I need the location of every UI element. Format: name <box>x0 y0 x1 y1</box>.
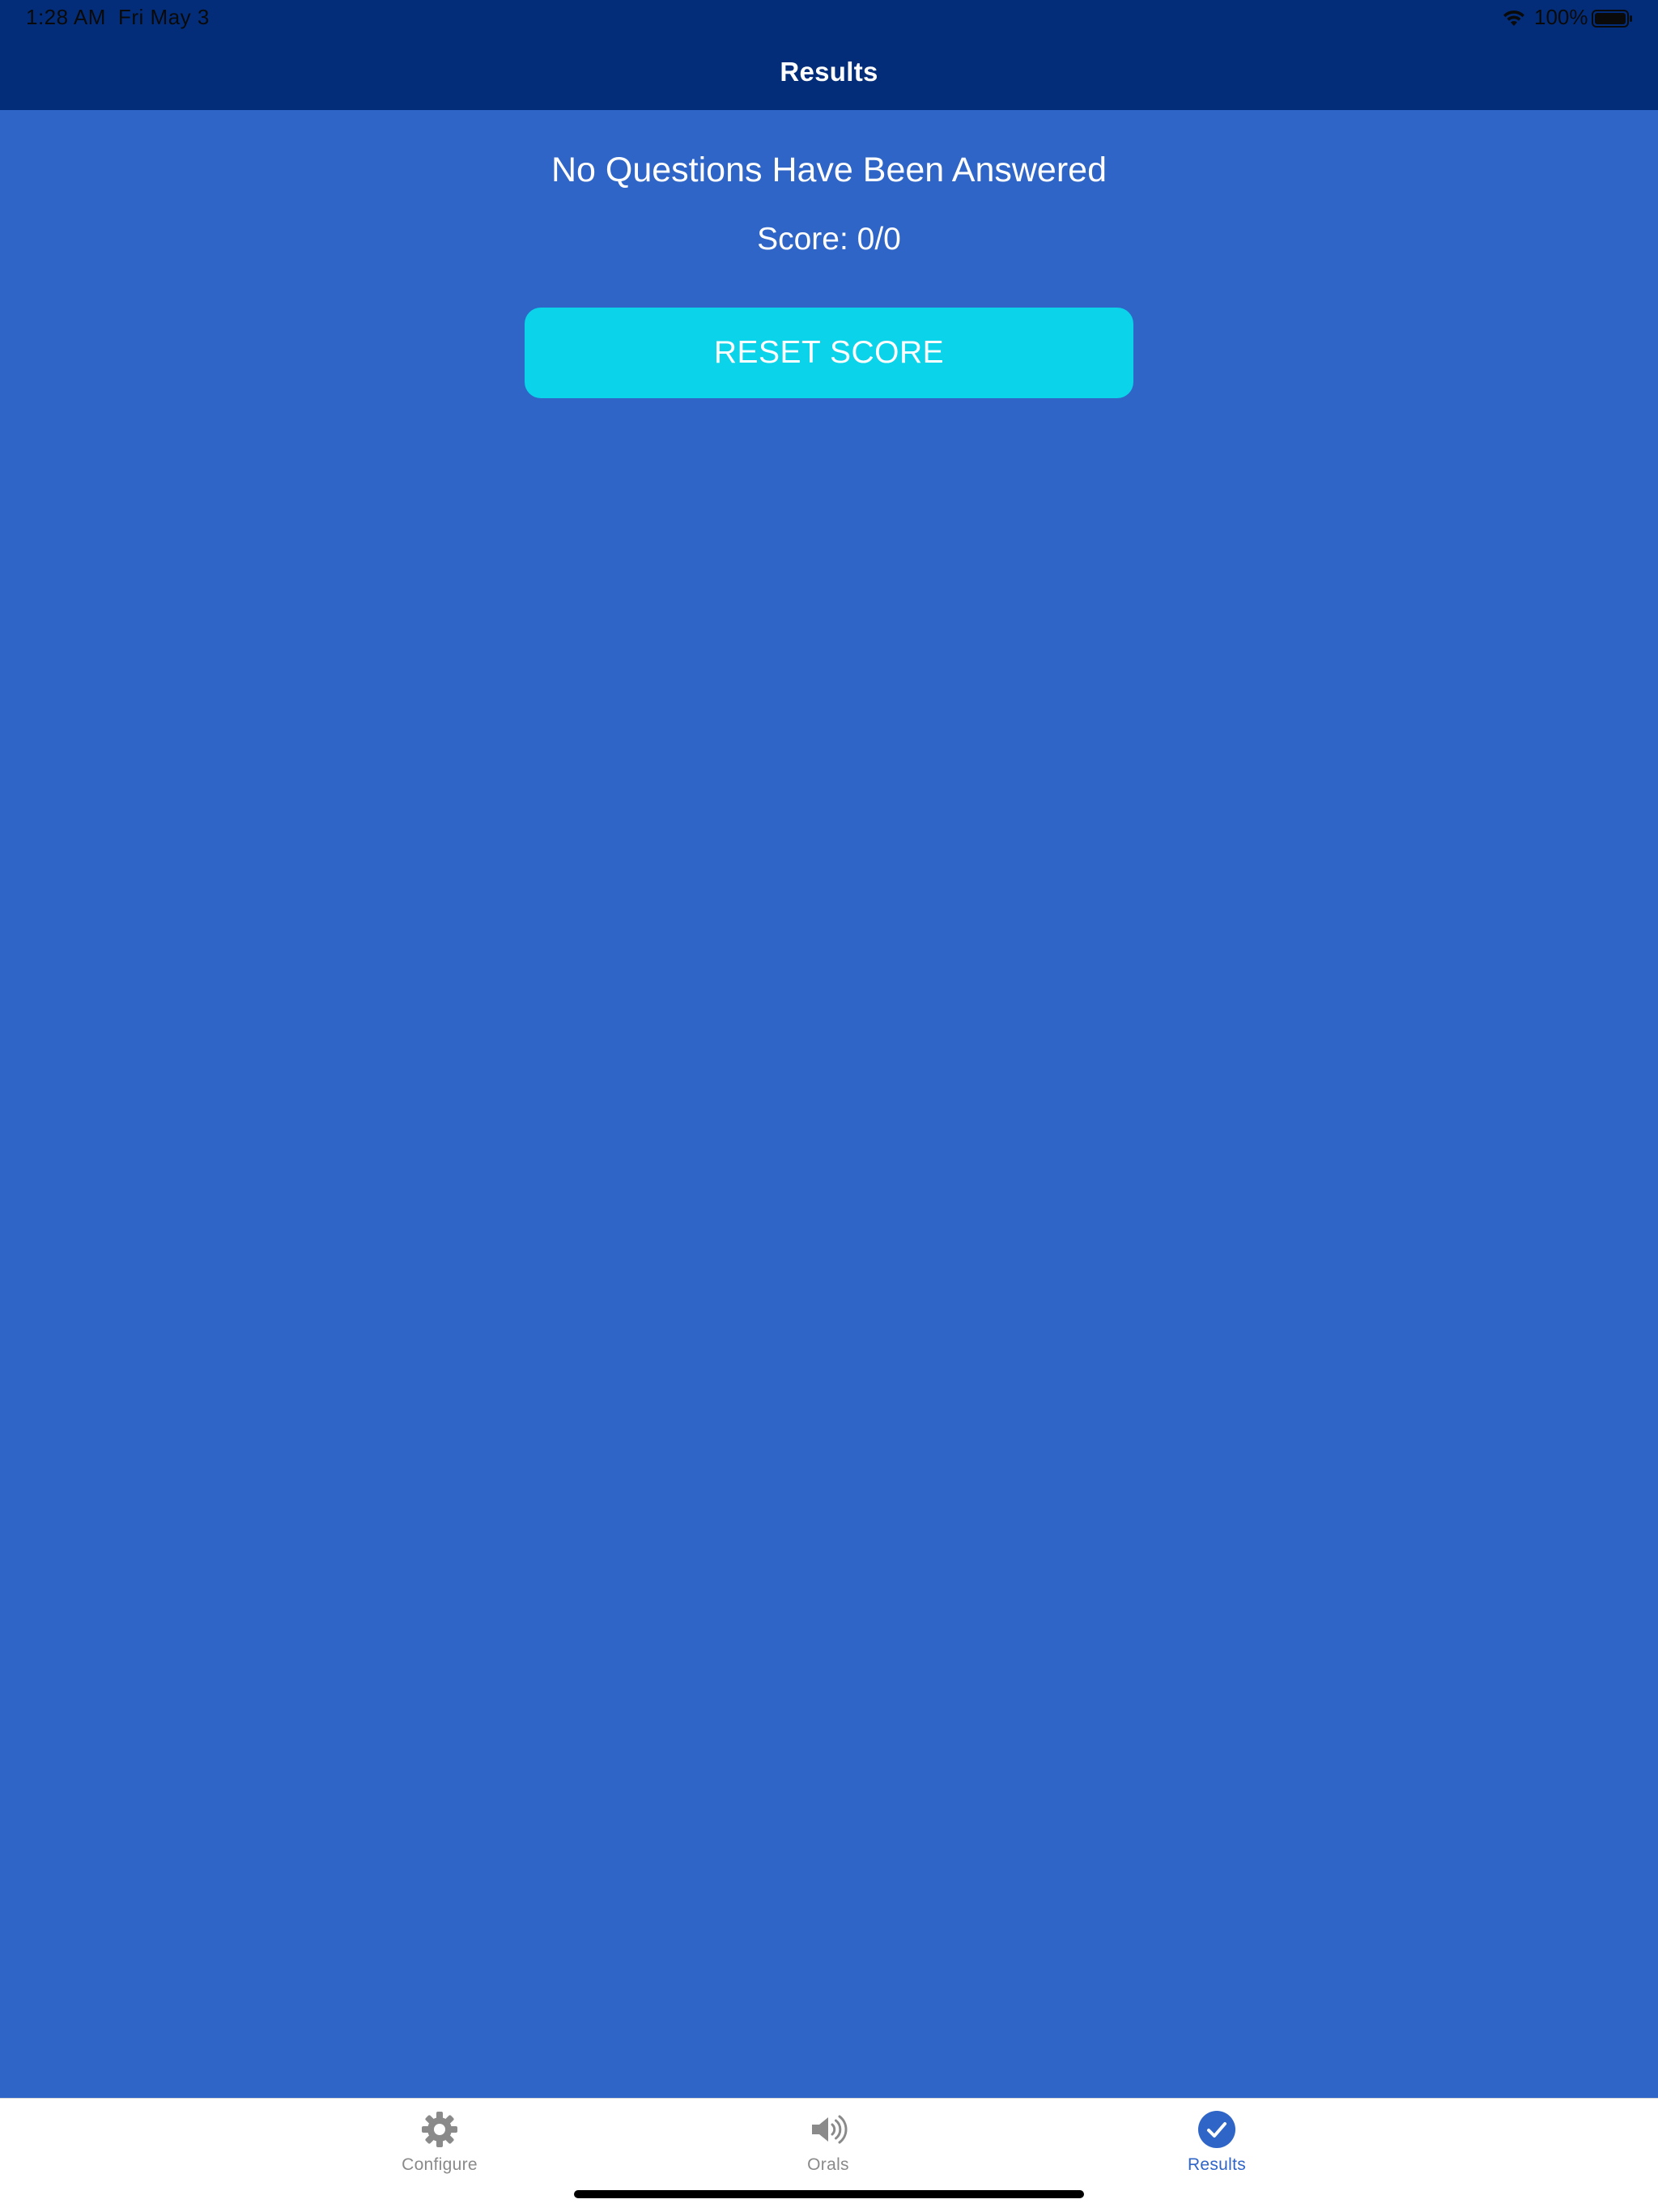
tab-label: Orals <box>807 2155 849 2174</box>
tab-configure[interactable]: Configure <box>359 2099 521 2180</box>
speaker-icon <box>812 2115 848 2144</box>
tab-label: Results <box>1187 2155 1247 2174</box>
checkmark-circle-icon <box>1198 2111 1235 2148</box>
tab-orals[interactable]: Orals <box>747 2099 909 2180</box>
score-text: Score: 0/0 <box>757 222 901 257</box>
header: 1:28 AM Fri May 3 100% Results <box>0 0 1658 110</box>
tab-results[interactable]: Results <box>1136 2099 1298 2180</box>
battery-icon <box>1592 10 1632 28</box>
status-date: Fri May 3 <box>118 5 210 29</box>
status-message: No Questions Have Been Answered <box>551 151 1107 189</box>
gear-icon <box>422 2112 457 2147</box>
status-time: 1:28 AM <box>26 5 106 29</box>
reset-score-button[interactable]: RESET SCORE <box>525 308 1133 398</box>
page-title: Results <box>780 57 878 87</box>
tab-label: Configure <box>402 2155 478 2174</box>
wifi-icon <box>1503 10 1524 26</box>
battery-percentage: 100% <box>1534 5 1588 29</box>
home-indicator <box>574 2190 1084 2198</box>
